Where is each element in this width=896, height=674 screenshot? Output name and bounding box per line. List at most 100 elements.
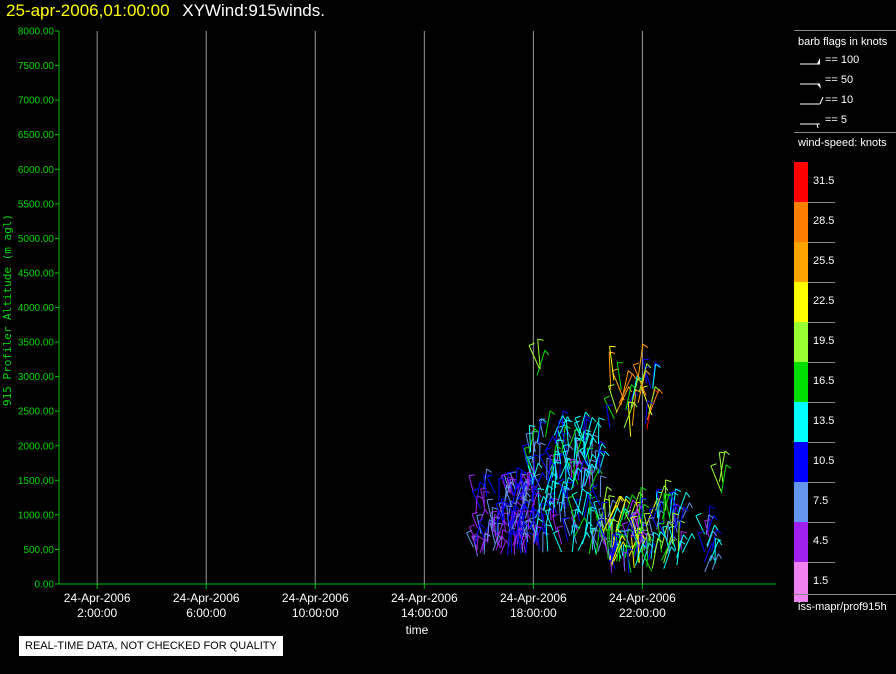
x-tick-time: 22:00:00 (619, 606, 666, 620)
barb-10-icon (800, 96, 824, 105)
color-tick (808, 242, 835, 243)
barb-layer (466, 338, 732, 574)
barb-legend-50: == 50 (798, 73, 894, 89)
wind-barb (652, 363, 661, 389)
color-swatch (794, 322, 808, 362)
wind-barb (623, 401, 638, 429)
wind-chart: 0.00 500.00 1000.00 1500.00 2000.00 2500.00 30… (1, 27, 776, 637)
y-tick-label: 1500.00 (18, 476, 55, 487)
color-swatch (794, 162, 808, 202)
color-swatch (794, 562, 808, 602)
y-tick-label: 2500.00 (18, 407, 55, 418)
color-label: 13.5 (813, 415, 835, 427)
wind-barb (697, 530, 706, 552)
x-tick-date: 24-Apr-2006 (500, 591, 567, 605)
wind-barb (585, 417, 597, 441)
color-label: 1.5 (813, 575, 829, 587)
barb-legend-5: == 5 (798, 113, 894, 129)
wind-barb (565, 419, 573, 448)
barb-legend-100: == 100 (798, 53, 894, 69)
quality-notice: REAL-TIME DATA, NOT CHECKED FOR QUALITY (19, 636, 283, 656)
color-legend-title: wind-speed: knots (798, 137, 887, 149)
barb-100-icon (800, 58, 820, 65)
y-tick-label: 3000.00 (18, 372, 55, 383)
legend-separator (794, 132, 896, 133)
x-tick-time: 10:00:00 (292, 606, 339, 620)
x-tick-date: 24-Apr-2006 (64, 591, 131, 605)
barb-legend-title: barb flags in knots (798, 36, 888, 48)
color-label: 4.5 (813, 535, 829, 547)
wind-barb (497, 520, 508, 536)
wind-barb (544, 410, 556, 437)
color-label: 25.5 (813, 255, 835, 267)
barb-5-icon (800, 123, 820, 129)
x-tick-date: 24-Apr-2006 (282, 591, 349, 605)
color-swatch (794, 482, 808, 522)
y-tick-label: 2000.00 (18, 441, 55, 452)
y-tick-label: 4500.00 (18, 268, 55, 279)
x-tick-time: 18:00:00 (510, 606, 557, 620)
y-tick-label: 5500.00 (18, 199, 55, 210)
x-tick-date: 24-Apr-2006 (609, 591, 676, 605)
wind-barb (608, 384, 618, 413)
color-label: 28.5 (813, 215, 835, 227)
x-tick-time: 14:00:00 (401, 606, 448, 620)
y-axis-label: 915 Profiler Altitude (m agl) (1, 214, 14, 406)
color-swatch (794, 242, 808, 282)
barb-50-icon (800, 83, 821, 89)
wind-barb (545, 524, 553, 552)
color-swatch (794, 282, 808, 322)
grid-layer (96, 31, 643, 584)
wind-barb (556, 525, 564, 545)
y-tick-label: 1000.00 (18, 510, 55, 521)
wind-barb (598, 417, 605, 444)
color-swatch (794, 402, 808, 442)
y-tick-label: 4000.00 (18, 303, 55, 314)
y-tick-label: 7000.00 (18, 96, 55, 107)
color-tick (808, 442, 835, 443)
color-swatch (794, 202, 808, 242)
color-label: 16.5 (813, 375, 835, 387)
x-tick-date: 24-Apr-2006 (391, 591, 458, 605)
color-tick (808, 282, 835, 283)
y-tick-label: 500.00 (23, 545, 54, 556)
wind-barb (483, 468, 492, 490)
y-tick-label: 0.00 (35, 580, 55, 591)
color-tick (808, 322, 835, 323)
color-bar: 31.5 28.5 25.5 22.5 19.5 16.5 13.5 10.5 7.5 4.5 1.… (794, 162, 896, 602)
y-tick-label: 8000.00 (18, 27, 55, 38)
x-tick-date: 24-Apr-2006 (173, 591, 240, 605)
legend-separator (794, 594, 896, 595)
barb-legend-10: == 10 (798, 93, 894, 109)
color-label: 19.5 (813, 335, 835, 347)
color-swatch (794, 362, 808, 402)
data-source: iss-mapr/prof915h (798, 601, 887, 613)
wind-barb (553, 530, 563, 553)
color-swatch (794, 522, 808, 562)
x-axis-label: time (406, 623, 429, 637)
wind-barb (486, 474, 496, 494)
color-tick (808, 522, 835, 523)
y-tick-label: 3500.00 (18, 338, 55, 349)
wind-barb (711, 553, 723, 570)
color-label: 10.5 (813, 455, 835, 467)
color-tick (808, 482, 835, 483)
wind-barb (710, 463, 722, 492)
color-tick (808, 402, 835, 403)
color-label: 31.5 (813, 175, 835, 187)
legend-separator (794, 30, 896, 31)
wind-barb (577, 532, 591, 551)
wind-barb (646, 388, 663, 421)
wind-barb (660, 521, 673, 550)
color-label: 7.5 (813, 495, 829, 507)
legend-panel: barb flags in knots == 100 == 50 == 10 =… (794, 30, 896, 624)
color-label: 22.5 (813, 295, 835, 307)
y-tick-label: 7500.00 (18, 61, 55, 72)
y-tick-label: 6000.00 (18, 165, 55, 176)
x-tick-time: 2:00:00 (77, 606, 117, 620)
y-tick-label: 6500.00 (18, 130, 55, 141)
color-tick (808, 362, 835, 363)
wind-barb (528, 342, 540, 369)
y-tick-label: 5000.00 (18, 234, 55, 245)
wind-barb (553, 453, 560, 481)
